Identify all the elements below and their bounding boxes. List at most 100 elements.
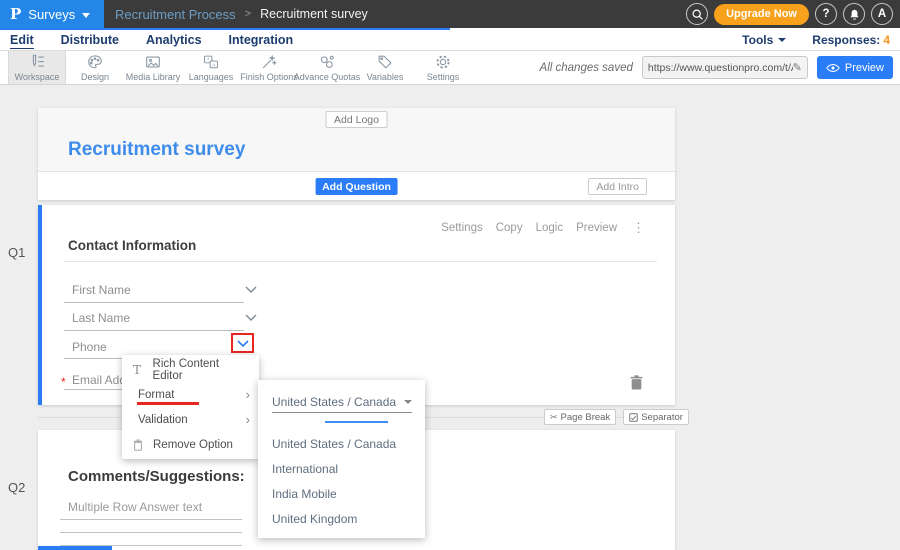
add-intro-button[interactable]: Add Intro — [588, 178, 647, 195]
question-actions: Settings Copy Logic Preview ⋮ — [441, 220, 645, 236]
responses-count: 4 — [883, 33, 890, 47]
advance-quotas-icon — [318, 53, 336, 71]
scissors-icon: ✂ — [550, 412, 558, 423]
breadcrumb-parent[interactable]: Recruitment Process — [115, 7, 236, 22]
format-option-international[interactable]: International — [272, 456, 419, 481]
required-asterisk: * — [61, 375, 66, 389]
chevron-down-icon[interactable] — [245, 286, 257, 293]
survey-url-input[interactable] — [648, 62, 793, 74]
tab-integration[interactable]: Integration — [229, 33, 294, 47]
toolbar-item-workspace[interactable]: Workspace — [8, 51, 66, 84]
field-phone[interactable]: Phone — [72, 340, 107, 354]
topbar-actions: Upgrade Now ? A — [686, 3, 893, 25]
toolbar-item-design[interactable]: Design — [66, 51, 124, 84]
eye-icon — [826, 63, 840, 73]
tab-analytics[interactable]: Analytics — [146, 33, 202, 47]
svg-text:*: * — [207, 57, 209, 63]
format-selected-value: United States / Canada — [272, 395, 396, 409]
format-option-india-mobile[interactable]: India Mobile — [272, 481, 419, 506]
chevron-down-icon[interactable] — [245, 314, 257, 321]
search-button[interactable] — [686, 3, 708, 25]
tab-distribute[interactable]: Distribute — [61, 33, 119, 47]
separator-button[interactable]: Separator — [623, 409, 689, 425]
toolbar-item-media-library[interactable]: Media Library — [124, 51, 182, 84]
question-logic-link[interactable]: Logic — [536, 222, 564, 234]
survey-title[interactable]: Recruitment survey — [68, 139, 245, 161]
menu-item-validation[interactable]: Validation › — [122, 407, 259, 432]
chevron-down-icon — [82, 13, 90, 18]
trash-icon — [133, 439, 153, 451]
submenu-arrow-icon: › — [246, 388, 250, 401]
divider — [64, 261, 657, 262]
separator-icon — [629, 413, 638, 422]
breadcrumb: Recruitment Process > Recruitment survey — [115, 0, 368, 28]
toolbar-item-advance-quotas[interactable]: Advance Quotas — [298, 51, 356, 84]
field-underline — [64, 302, 244, 303]
search-icon — [691, 8, 704, 21]
field-first-name[interactable]: First Name — [72, 283, 131, 297]
toolbar-item-settings[interactable]: Settings — [414, 51, 472, 84]
save-status: All changes saved — [540, 62, 633, 74]
page-controls: ✂ Page Break Separator — [544, 409, 689, 425]
design-icon — [86, 53, 104, 71]
upgrade-now-button[interactable]: Upgrade Now — [714, 4, 809, 25]
survey-header-card: Add Logo Recruitment survey Add Question… — [38, 108, 675, 200]
active-indicator — [325, 421, 388, 423]
chevron-down-icon[interactable] — [237, 340, 249, 347]
page-break-button[interactable]: ✂ Page Break — [544, 409, 616, 425]
breadcrumb-separator: > — [245, 8, 251, 20]
row-options-context-menu: T Rich Content Editor Format › Validatio… — [122, 355, 259, 459]
toolbar-item-variables[interactable]: Variables — [356, 51, 414, 84]
format-select[interactable]: United States / Canada — [272, 391, 412, 413]
question-settings-link[interactable]: Settings — [441, 222, 483, 234]
question-2-title[interactable]: Comments/Suggestions: — [68, 468, 245, 485]
surveys-menu[interactable]: P Surveys — [0, 0, 104, 28]
tab-edit[interactable]: Edit — [10, 33, 34, 47]
question-1-title[interactable]: Contact Information — [68, 238, 196, 253]
notifications-button[interactable] — [843, 3, 865, 25]
section-tabs-bar: Edit Distribute Analytics Integration To… — [0, 28, 900, 51]
add-logo-button[interactable]: Add Logo — [325, 111, 388, 128]
questionpro-logo: P — [10, 5, 21, 23]
add-question-button[interactable]: Add Question — [315, 178, 398, 195]
question-preview-link[interactable]: Preview — [576, 222, 617, 234]
submenu-arrow-icon: › — [246, 413, 250, 426]
annotation-highlight-box — [231, 333, 254, 353]
media-library-icon — [144, 53, 162, 71]
annotation-underline — [137, 402, 199, 405]
surveys-menu-label: Surveys — [28, 7, 75, 22]
trash-icon[interactable] — [630, 375, 643, 390]
chevron-down-icon — [404, 400, 412, 404]
settings-icon — [434, 53, 452, 71]
questionpro-survey-editor: P Surveys Recruitment Process > Recruitm… — [0, 0, 900, 550]
answer-underline — [60, 519, 242, 520]
next-card-edge — [38, 546, 112, 550]
survey-header-actions: Add Question Add Intro — [38, 171, 675, 200]
preview-button[interactable]: Preview — [817, 56, 893, 79]
active-section-indicator — [0, 28, 450, 30]
format-option-united-kingdom[interactable]: United Kingdom — [272, 506, 419, 531]
edit-url-icon[interactable]: ✎ — [793, 61, 802, 74]
finish-options-icon — [260, 53, 278, 71]
answer-placeholder[interactable]: Multiple Row Answer text — [68, 500, 202, 514]
languages-icon: *A — [202, 53, 220, 71]
chevron-down-icon — [778, 38, 786, 42]
more-options-icon[interactable]: ⋮ — [632, 220, 645, 236]
menu-item-rich-content-editor[interactable]: T Rich Content Editor — [122, 357, 259, 382]
editor-toolbar: Workspace Design Media Library *A Langua… — [0, 51, 900, 85]
question-copy-link[interactable]: Copy — [496, 222, 523, 234]
question-1-label: Q1 — [8, 245, 25, 260]
tools-menu[interactable]: Tools — [742, 33, 786, 47]
format-option-us-canada[interactable]: United States / Canada — [272, 431, 419, 456]
answer-underline — [60, 532, 242, 533]
field-last-name[interactable]: Last Name — [72, 311, 130, 325]
toolbar-item-finish-options[interactable]: Finish Options — [240, 51, 298, 84]
avatar[interactable]: A — [871, 3, 893, 25]
menu-item-remove-option[interactable]: Remove Option — [122, 432, 259, 457]
phone-format-submenu: United States / Canada United States / C… — [258, 380, 425, 538]
bell-icon — [848, 8, 861, 21]
toolbar-item-languages[interactable]: *A Languages — [182, 51, 240, 84]
top-navbar: P Surveys Recruitment Process > Recruitm… — [0, 0, 900, 28]
responses-counter[interactable]: Responses:4 — [812, 33, 890, 47]
help-button[interactable]: ? — [815, 3, 837, 25]
